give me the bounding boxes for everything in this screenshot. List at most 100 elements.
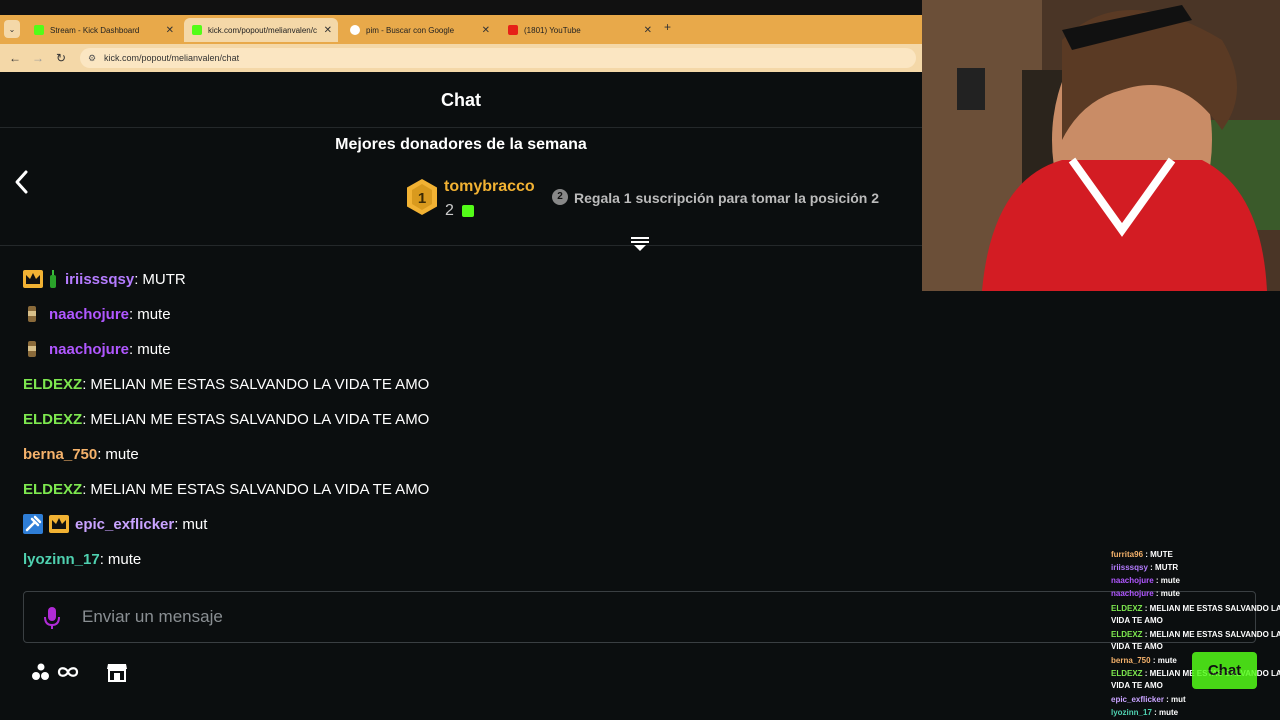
chat-username[interactable]: naachojure <box>49 306 129 323</box>
top-donor-name[interactable]: tomybracco <box>444 178 535 196</box>
tab-label: kick.com/popout/melianvalen/c <box>208 25 317 35</box>
rank-2-badge-icon: 2 <box>552 189 568 205</box>
tab-kick-dashboard[interactable]: Stream - Kick Dashboard ✕ <box>26 18 180 42</box>
overlay-text: mute <box>1159 708 1179 717</box>
overlay-username: iriisssqsy <box>1111 563 1148 572</box>
overlay-username: ELDEXZ <box>1111 630 1143 639</box>
chat-message: ELDEXZ: MELIAN ME ESTAS SALVANDO LA VIDA… <box>23 410 430 428</box>
overlay-username: furrita96 <box>1111 550 1144 559</box>
close-tab-icon[interactable]: ✕ <box>324 25 332 36</box>
close-tab-icon[interactable]: ✕ <box>166 25 174 36</box>
can-icon <box>28 306 36 322</box>
chat-username[interactable]: ELDEXZ <box>23 481 82 498</box>
tab-search-button[interactable]: ⌄ <box>4 20 20 38</box>
can-icon <box>28 341 36 357</box>
close-tab-icon[interactable]: ✕ <box>644 25 652 36</box>
chat-username[interactable]: naachojure <box>49 341 129 358</box>
overlay-line: VIDA TE AMO <box>1111 679 1163 692</box>
top-donors-panel: Mejores donadores de la semana 1 tomybra… <box>0 128 922 246</box>
chat-username[interactable]: ELDEXZ <box>23 411 82 428</box>
overlay-text: MELIAN ME ESTAS SALVANDO LA <box>1149 604 1280 613</box>
chat-bottom-toolbar <box>30 661 127 688</box>
chat-username[interactable]: lyozinn_17 <box>23 551 100 568</box>
message-input[interactable]: Enviar un mensaje <box>23 591 1256 643</box>
chat-text: mute <box>137 305 171 323</box>
chat-username[interactable]: berna_750 <box>23 446 97 463</box>
chat-header: Chat <box>0 74 922 128</box>
gift-icon <box>462 205 474 217</box>
overlay-username: ELDEXZ <box>1111 669 1143 678</box>
youtube-icon <box>508 25 518 35</box>
overlay-text: mute <box>1160 576 1180 585</box>
chat-username[interactable]: iriisssqsy <box>65 271 134 288</box>
overlay-username: epic_exflicker <box>1111 695 1164 704</box>
tab-label: pim - Buscar con Google <box>366 25 455 35</box>
chat-text: MELIAN ME ESTAS SALVANDO LA VIDA TE AMO <box>90 410 430 428</box>
tab-kick-popout[interactable]: kick.com/popout/melianvalen/c ✕ <box>184 18 338 42</box>
webcam-overlay <box>922 0 1280 291</box>
chat-popout: Chat Mejores donadores de la semana 1 to… <box>0 74 1256 720</box>
position-2-prompt[interactable]: Regala 1 suscripción para tomar la posic… <box>574 190 879 206</box>
chevron-left-icon[interactable] <box>12 168 32 203</box>
overlay-username: lyozinn_17 <box>1111 708 1152 717</box>
crown-icon <box>23 270 43 288</box>
overlay-text: mut <box>1171 695 1186 704</box>
store-icon[interactable] <box>106 661 128 683</box>
overlay-line: naachojure : mute <box>1111 589 1180 598</box>
overlay-line: lyozinn_17 : mute <box>1111 708 1179 717</box>
overlay-line: VIDA TE AMO <box>1111 640 1163 653</box>
overlay-text: mute <box>1160 589 1180 598</box>
tab-google-search[interactable]: pim - Buscar con Google ✕ <box>342 18 496 42</box>
overlay-line: iriisssqsy : MUTR <box>1111 563 1179 572</box>
overlay-text: mute <box>1157 656 1177 665</box>
chat-username[interactable]: ELDEXZ <box>23 376 82 393</box>
rank-1-number: 1 <box>418 190 426 207</box>
overlay-line: epic_exflicker : mut <box>1111 695 1186 704</box>
overlay-line: naachojure : mute <box>1111 576 1180 585</box>
overlay-text: VIDA TE AMO <box>1111 681 1163 690</box>
address-bar-row: ← → ↻ ⚙ kick.com/popout/melianvalen/chat <box>0 44 922 72</box>
overlay-line: berna_750 : mute <box>1111 656 1177 665</box>
close-tab-icon[interactable]: ✕ <box>482 25 490 36</box>
overlay-text: MUTE <box>1150 550 1173 559</box>
tab-label: (1801) YouTube <box>524 25 581 35</box>
chat-username[interactable]: epic_exflicker <box>75 516 174 533</box>
moderator-icon <box>23 514 43 534</box>
site-info-icon[interactable]: ⚙ <box>88 48 96 68</box>
chat-send-button[interactable]: Chat <box>1192 652 1257 689</box>
top-donor-count: 2 <box>445 202 454 219</box>
back-arrow-icon[interactable]: ← <box>9 51 21 65</box>
overlay-username: berna_750 <box>1111 656 1151 665</box>
chat-text: MELIAN ME ESTAS SALVANDO LA VIDA TE AMO <box>90 480 430 498</box>
google-icon <box>350 25 360 35</box>
chat-text: mut <box>182 515 208 533</box>
overlay-username: ELDEXZ <box>1111 604 1143 613</box>
overlay-text: MUTR <box>1155 563 1179 572</box>
message-placeholder: Enviar un mensaje <box>82 607 223 626</box>
overlay-text: VIDA TE AMO <box>1111 642 1163 651</box>
reload-icon[interactable]: ↻ <box>56 51 66 65</box>
chat-text: MELIAN ME ESTAS SALVANDO LA VIDA TE AMO <box>90 375 430 393</box>
forward-arrow-icon[interactable]: → <box>32 51 44 65</box>
microphone-icon[interactable] <box>43 606 61 630</box>
crown-icon <box>49 515 69 533</box>
donors-title: Mejores donadores de la semana <box>335 136 587 153</box>
browser-tab-bar: ⌄ Stream - Kick Dashboard ✕ kick.com/pop… <box>0 0 922 44</box>
overlay-line: VIDA TE AMO <box>1111 614 1163 627</box>
overlay-username: naachojure <box>1111 589 1154 598</box>
url-field[interactable]: ⚙ kick.com/popout/melianvalen/chat <box>80 48 916 68</box>
chat-title: Chat <box>441 90 481 110</box>
chat-text: mute <box>105 445 139 463</box>
kicks-icon[interactable] <box>30 661 80 683</box>
chat-message: lyozinn_17: mute <box>23 550 142 568</box>
stream-chat-overlay: furrita96 : MUTE iriisssqsy : MUTR naach… <box>1108 548 1280 720</box>
chat-text: MUTR <box>142 270 186 288</box>
kick-icon <box>192 25 202 35</box>
collapse-donors-icon[interactable] <box>630 236 650 252</box>
overlay-text: VIDA TE AMO <box>1111 616 1163 625</box>
new-tab-button[interactable]: + <box>664 20 671 34</box>
tab-youtube[interactable]: (1801) YouTube ✕ <box>500 18 658 42</box>
bottle-icon <box>50 270 56 288</box>
title-strip <box>0 0 922 15</box>
chat-message: naachojure: mute <box>23 337 171 361</box>
